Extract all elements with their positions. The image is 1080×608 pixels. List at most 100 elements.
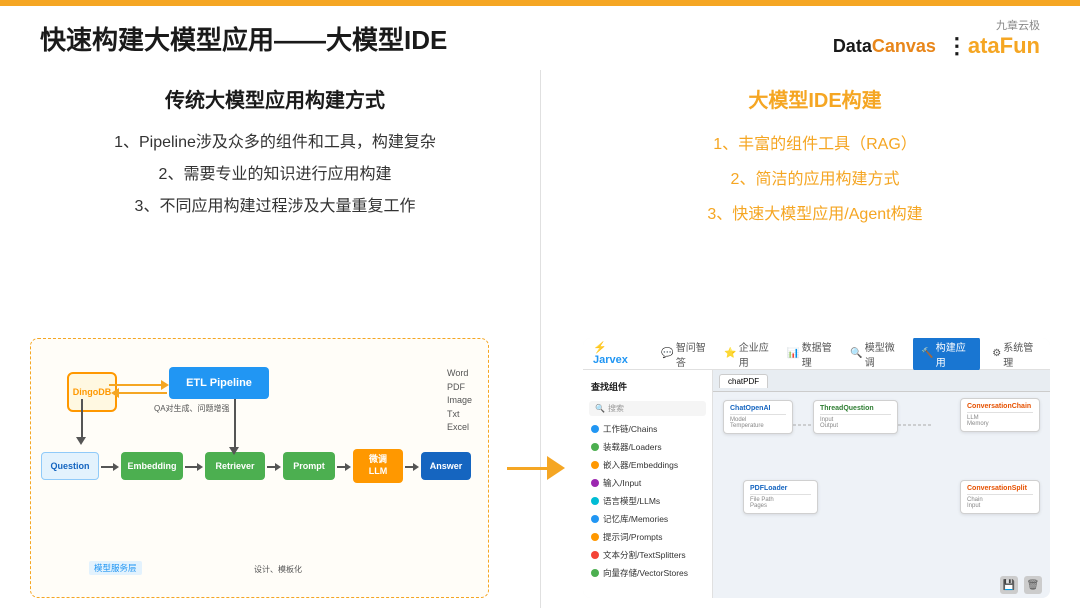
big-arrow-head	[547, 456, 565, 480]
big-arrow-line	[507, 467, 547, 470]
prompts-icon	[591, 533, 599, 541]
node-header-threadq: ThreadQuestion	[820, 405, 891, 415]
right-section-title: 大模型IDE构建	[580, 84, 1050, 113]
left-item-2: 2、需要专业的知识进行应用构建	[40, 159, 510, 191]
prompt-box: Prompt	[283, 452, 335, 480]
left-panel: 传统大模型应用构建方式 1、Pipeline涉及众多的组件和工具，构建复杂 2、…	[0, 70, 540, 233]
design-label: 设计、模板化	[254, 564, 302, 575]
canvas-node-pdfloader: PDFLoader File PathPages	[743, 480, 818, 514]
input-icon	[591, 479, 599, 487]
retriever-box: Retriever	[205, 452, 265, 480]
v-arrow-etl	[229, 447, 239, 455]
ide-search-bar[interactable]: 🔍 搜索	[589, 401, 706, 416]
question-box: Question	[41, 452, 99, 480]
etl-pipeline-box: ETL Pipeline	[169, 367, 269, 399]
left-item-3: 3、不同应用构建过程涉及大量重复工作	[40, 191, 510, 223]
ide-menu-llms[interactable]: 语言模型/LLMs	[583, 492, 712, 510]
arrow-q-emb	[101, 463, 119, 471]
left-section-title: 传统大模型应用构建方式	[40, 84, 510, 113]
arrow-ret-prompt	[267, 463, 281, 471]
ide-sidebar: 查找组件 🔍 搜索 工作链/Chains 装载器/Loaders 嵌入器/Emb…	[583, 370, 713, 598]
ide-diagram: ⚡ Jarvex 💬 智问智答 ⭐ 企业应用 📊 数据管理 🔍 模型微调 🔨 构…	[583, 338, 1050, 598]
canvas-tab-chatpdf[interactable]: chatPDF	[719, 374, 768, 388]
memories-icon	[591, 515, 599, 523]
big-arrow-container	[499, 338, 573, 598]
arrow-etl-db	[111, 387, 167, 399]
node-body-convochain: LLMMemory	[967, 415, 1033, 427]
header: 快速构建大模型应用——大模型IDE 九章云极 DataCanvas ⋮ataFu…	[0, 6, 1080, 70]
pipeline-inner: WordPDFImageTxtExcel ETL Pipeline DingoD…	[39, 347, 480, 589]
ide-menu-loaders[interactable]: 装载器/Loaders	[583, 438, 712, 456]
chains-icon	[591, 425, 599, 433]
save-icon[interactable]: 💾	[1000, 576, 1018, 594]
arrow-prompt-llm	[337, 463, 351, 471]
dingodb-box: DingoDB	[67, 372, 117, 412]
left-list: 1、Pipeline涉及众多的组件和工具，构建复杂 2、需要专业的知识进行应用构…	[40, 127, 510, 223]
ide-nav: ⚡ Jarvex 💬 智问智答 ⭐ 企业应用 📊 数据管理 🔍 模型微调 🔨 构…	[583, 338, 1050, 370]
node-body-chatopenai: ModelTemperature	[730, 417, 786, 429]
nine-logo: 九章云极	[996, 17, 1040, 33]
ide-menu-vectorstores[interactable]: 向量存储/VectorStores	[583, 564, 712, 582]
ide-body: 查找组件 🔍 搜索 工作链/Chains 装载器/Loaders 嵌入器/Emb…	[583, 370, 1050, 598]
answer-box: Answer	[421, 452, 471, 480]
ide-nav-shuju[interactable]: 📊 数据管理	[787, 339, 838, 369]
node-header-chatopenai: ChatOpenAI	[730, 405, 786, 415]
right-list: 1、丰富的组件工具（RAG） 2、简洁的应用构建方式 3、快速大模型应用/Age…	[580, 127, 1050, 233]
textsplitters-icon	[591, 551, 599, 559]
v-arrow-head	[76, 437, 86, 445]
llms-icon	[591, 497, 599, 505]
ide-nav-qiye[interactable]: ⭐ 企业应用	[724, 339, 775, 369]
canvas-node-chatopenai: ChatOpenAI ModelTemperature	[723, 400, 793, 434]
ide-nav-goujian[interactable]: 🔨 构建应用	[913, 338, 980, 371]
canvas-node-convochain: ConversationChain LLMMemory	[960, 398, 1040, 432]
v-arrow-down	[81, 399, 83, 439]
datafun-logo: ⋮ataFun	[946, 33, 1040, 59]
node-body-threadq: InputOutput	[820, 417, 891, 429]
embedding-box: Embedding	[121, 452, 183, 480]
ide-menu-textsplitters[interactable]: 文本分割/TextSplitters	[583, 546, 712, 564]
diagrams-row: WordPDFImageTxtExcel ETL Pipeline DingoD…	[0, 338, 1080, 598]
node-header-pdfloader: PDFLoader	[750, 485, 811, 495]
node-header-convochain: ConversationChain	[967, 403, 1033, 413]
embeddings-icon	[591, 461, 599, 469]
logos: 九章云极 DataCanvas ⋮ataFun	[833, 17, 1040, 59]
ide-bottom-toolbar: 💾 🗑	[1000, 576, 1042, 594]
canvas-node-bottom-right: ConversationSplit ChainInput	[960, 480, 1040, 514]
node-body-bottom-right: ChainInput	[967, 497, 1033, 509]
right-item-2: 2、简洁的应用构建方式	[580, 162, 1050, 197]
node-header-bottom-right: ConversationSplit	[967, 485, 1033, 495]
ide-nav-xitong[interactable]: ⚙ 系统管理	[992, 339, 1040, 369]
v-line-etl	[234, 399, 236, 449]
search-icon: 🔍	[595, 404, 605, 413]
ide-menu-memories[interactable]: 记忆库/Memories	[583, 510, 712, 528]
canvas-tabs: chatPDF	[713, 370, 1050, 392]
right-panel: 大模型IDE构建 1、丰富的组件工具（RAG） 2、简洁的应用构建方式 3、快速…	[540, 70, 1080, 243]
ide-nav-moxing[interactable]: 🔍 模型微调	[850, 339, 901, 369]
right-item-3: 3、快速大模型应用/Agent构建	[580, 197, 1050, 232]
finetune-llm-box: 微调LLM	[353, 449, 403, 483]
trash-icon[interactable]: 🗑	[1024, 576, 1042, 594]
ide-sidebar-title: 查找组件	[583, 376, 712, 397]
left-item-1: 1、Pipeline涉及众多的组件和工具，构建复杂	[40, 127, 510, 159]
ide-logo: ⚡ Jarvex	[593, 341, 641, 366]
node-body-pdfloader: File PathPages	[750, 497, 811, 509]
ide-menu-chains[interactable]: 工作链/Chains	[583, 420, 712, 438]
loaders-icon	[591, 443, 599, 451]
ide-nav-zhiwen[interactable]: 💬 智问智答	[661, 339, 712, 369]
datacanvas-logo: DataCanvas	[833, 36, 936, 57]
arrow-emb-ret	[185, 463, 203, 471]
model-service-label: 模型服务层	[89, 561, 142, 575]
right-item-1: 1、丰富的组件工具（RAG）	[580, 127, 1050, 162]
ide-menu-embeddings[interactable]: 嵌入器/Embeddings	[583, 456, 712, 474]
ide-canvas: chatPDF ChatOpenAI ModelTemperature Thre…	[713, 370, 1050, 598]
canvas-node-threadq: ThreadQuestion InputOutput	[813, 400, 898, 434]
search-placeholder: 搜索	[608, 403, 624, 414]
file-types-label: WordPDFImageTxtExcel	[447, 367, 472, 435]
vectorstores-icon	[591, 569, 599, 577]
page-title: 快速构建大模型应用——大模型IDE	[40, 20, 833, 57]
qa-label: QA对生成、问题增强	[154, 403, 230, 414]
ide-menu-input[interactable]: 输入/Input	[583, 474, 712, 492]
arrow-llm-answer	[405, 463, 419, 471]
ide-menu-prompts[interactable]: 提示词/Prompts	[583, 528, 712, 546]
pipeline-diagram: WordPDFImageTxtExcel ETL Pipeline DingoD…	[30, 338, 489, 598]
